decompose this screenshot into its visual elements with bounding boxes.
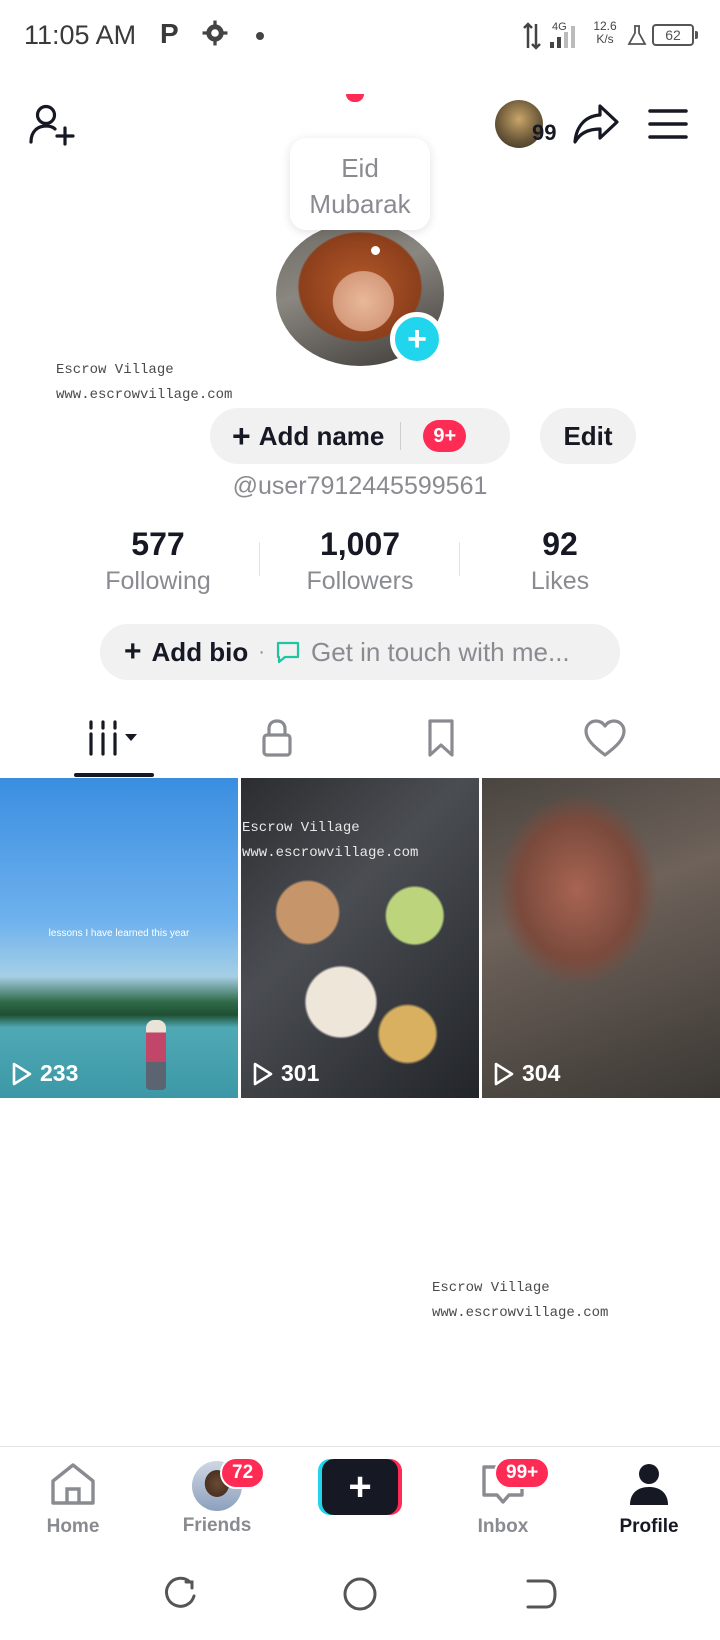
get-in-touch-text: Get in touch with me... [310, 636, 570, 667]
bookmark-icon [428, 719, 454, 757]
heart-icon [584, 719, 626, 757]
videos-grid-icon [89, 720, 137, 756]
likes-count: 92 [542, 526, 578, 562]
plus-icon: + [232, 418, 251, 454]
view-count: 304 [494, 1060, 560, 1087]
bottom-nav: Home Friends 72 + Inbox 99+ Profile [0, 1446, 720, 1550]
nav-home[interactable]: Home [18, 1461, 128, 1538]
followers-count: 1,007 [319, 526, 401, 562]
profile-icon [630, 1464, 668, 1505]
watermark: Escrow Village www.escrowvillage.com [242, 820, 419, 861]
edit-profile-button[interactable]: Edit [540, 408, 636, 464]
add-bio-button[interactable]: + Add bio · Get in touch with me... [100, 624, 620, 680]
add-friend-button[interactable] [26, 100, 78, 148]
bubble-tail-dot [371, 246, 380, 255]
story-count: 99 [532, 120, 557, 145]
stat-following[interactable]: 577 Following [58, 524, 258, 598]
watermark: Escrow Village www.escrowvillage.com [56, 362, 233, 403]
play-icon [494, 1062, 514, 1085]
nav-home-label: Home [46, 1516, 100, 1537]
view-count: 301 [253, 1060, 319, 1087]
nav-profile-label: Profile [619, 1516, 679, 1537]
video-tile[interactable]: lessons I have learned this year 233 [0, 778, 238, 1098]
following-label: Following [105, 567, 211, 595]
bio-separator: · [258, 640, 265, 663]
divider [400, 422, 402, 450]
add-name-badge: 9+ [423, 420, 467, 452]
share-icon [573, 104, 619, 144]
share-button[interactable] [570, 98, 622, 150]
signal-icon: 4G [523, 21, 575, 50]
nav-friends-label: Friends [182, 1515, 252, 1536]
message-icon [276, 641, 300, 664]
p-icon: P [160, 18, 179, 49]
play-icon [253, 1062, 273, 1085]
plus-icon: + [124, 635, 142, 668]
username: @user7912445599561 [232, 472, 488, 500]
tab-private[interactable] [232, 710, 322, 766]
lock-icon [262, 719, 292, 757]
back-icon[interactable] [520, 1574, 560, 1614]
add-avatar-button[interactable]: + [390, 312, 444, 366]
flask-icon [627, 25, 647, 45]
nav-inbox-label: Inbox [477, 1516, 529, 1537]
tab-videos[interactable] [70, 710, 160, 766]
inbox-badge: 99+ [494, 1457, 551, 1489]
recents-icon[interactable] [160, 1574, 200, 1614]
status-time: 11:05 AM [24, 20, 137, 50]
stat-likes[interactable]: 92 Likes [460, 524, 660, 598]
stat-followers[interactable]: 1,007 Followers [260, 524, 460, 598]
status-bubble[interactable]: Eid Mubarak [290, 138, 430, 230]
add-friend-icon [29, 104, 75, 146]
nav-friends[interactable]: Friends 72 [162, 1457, 272, 1537]
network-speed: 12.6 K/s [593, 19, 617, 46]
tab-saved[interactable] [396, 710, 486, 766]
home-circle-icon[interactable] [340, 1574, 380, 1614]
friends-badge: 72 [220, 1457, 266, 1489]
add-bio-label: Add bio [151, 636, 249, 667]
system-nav [0, 1552, 720, 1640]
view-count: 233 [12, 1060, 78, 1087]
tab-liked[interactable] [560, 710, 650, 766]
nav-inbox[interactable]: Inbox 99+ [448, 1457, 558, 1538]
add-name-button[interactable]: + Add name 9+ [210, 408, 510, 464]
followers-label: Followers [306, 567, 414, 595]
following-count: 577 [131, 526, 185, 562]
video-tile[interactable]: 304 [482, 778, 720, 1098]
battery-icon: 62 [652, 24, 698, 46]
add-name-label: Add name [258, 420, 385, 451]
gear-icon [202, 20, 228, 46]
likes-label: Likes [530, 567, 590, 595]
home-icon [51, 1463, 95, 1505]
dot-icon [256, 32, 264, 40]
watermark: Escrow Village www.escrowvillage.com [432, 1280, 609, 1321]
video-overlay-text: lessons I have learned this year [48, 928, 190, 939]
create-button[interactable]: + [318, 1459, 402, 1515]
network-type: 4G [552, 21, 567, 33]
create-plus-icon: + [322, 1459, 398, 1515]
nav-profile[interactable]: Profile [594, 1461, 704, 1538]
play-icon [12, 1062, 32, 1085]
video-person [146, 1020, 166, 1090]
menu-button[interactable] [646, 100, 690, 148]
active-tab-indicator [74, 773, 154, 777]
menu-icon [648, 109, 688, 139]
status-bar: 11:05 AM P 4G 12.6 K/s 62 [0, 0, 720, 72]
notification-speck [346, 94, 364, 102]
